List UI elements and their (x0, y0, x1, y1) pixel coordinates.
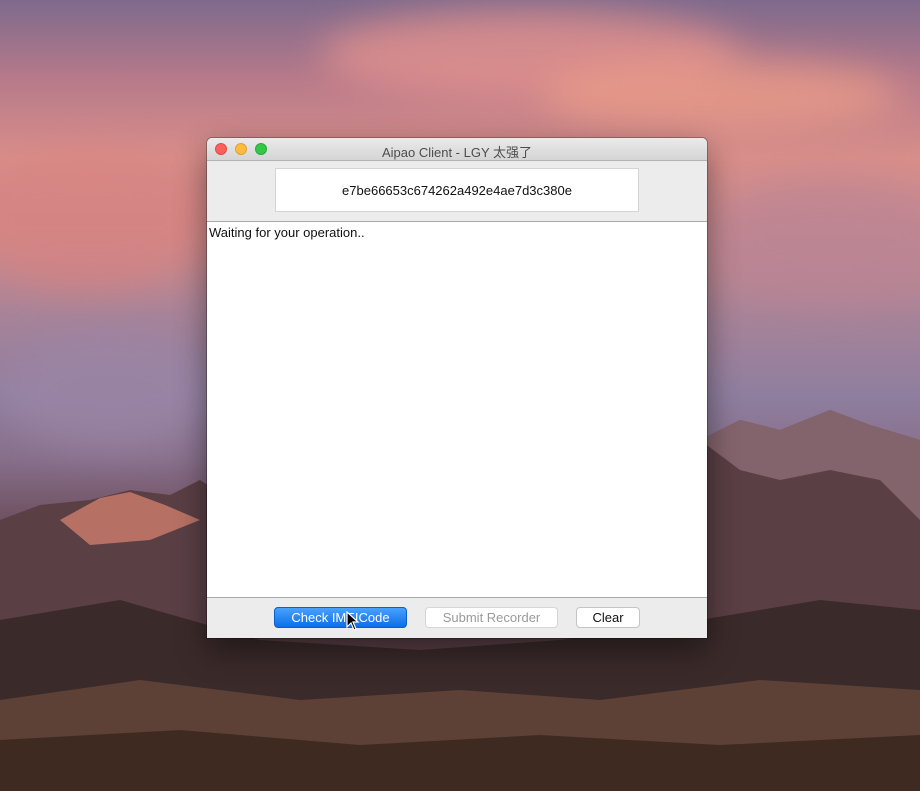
code-panel: e7be66653c674262a492e4ae7d3c380e (207, 161, 707, 222)
desktop-background: Aipao Client - LGY 太强了 e7be66653c674262a… (0, 0, 920, 791)
title-bar: Aipao Client - LGY 太强了 (207, 138, 707, 161)
app-window: Aipao Client - LGY 太强了 e7be66653c674262a… (207, 138, 707, 638)
log-text: Waiting for your operation.. (209, 225, 365, 240)
imei-code-field[interactable]: e7be66653c674262a492e4ae7d3c380e (275, 168, 639, 212)
check-imeicode-button[interactable]: Check IMEICode (274, 607, 407, 628)
window-title: Aipao Client - LGY 太强了 (381, 145, 533, 160)
submit-recorder-button[interactable]: Submit Recorder (425, 607, 558, 628)
button-bar: Check IMEICode Submit Recorder Clear (207, 598, 707, 638)
log-text-area[interactable]: Waiting for your operation.. (207, 222, 707, 598)
mouse-cursor-icon (346, 611, 360, 631)
clear-button[interactable]: Clear (576, 607, 640, 628)
